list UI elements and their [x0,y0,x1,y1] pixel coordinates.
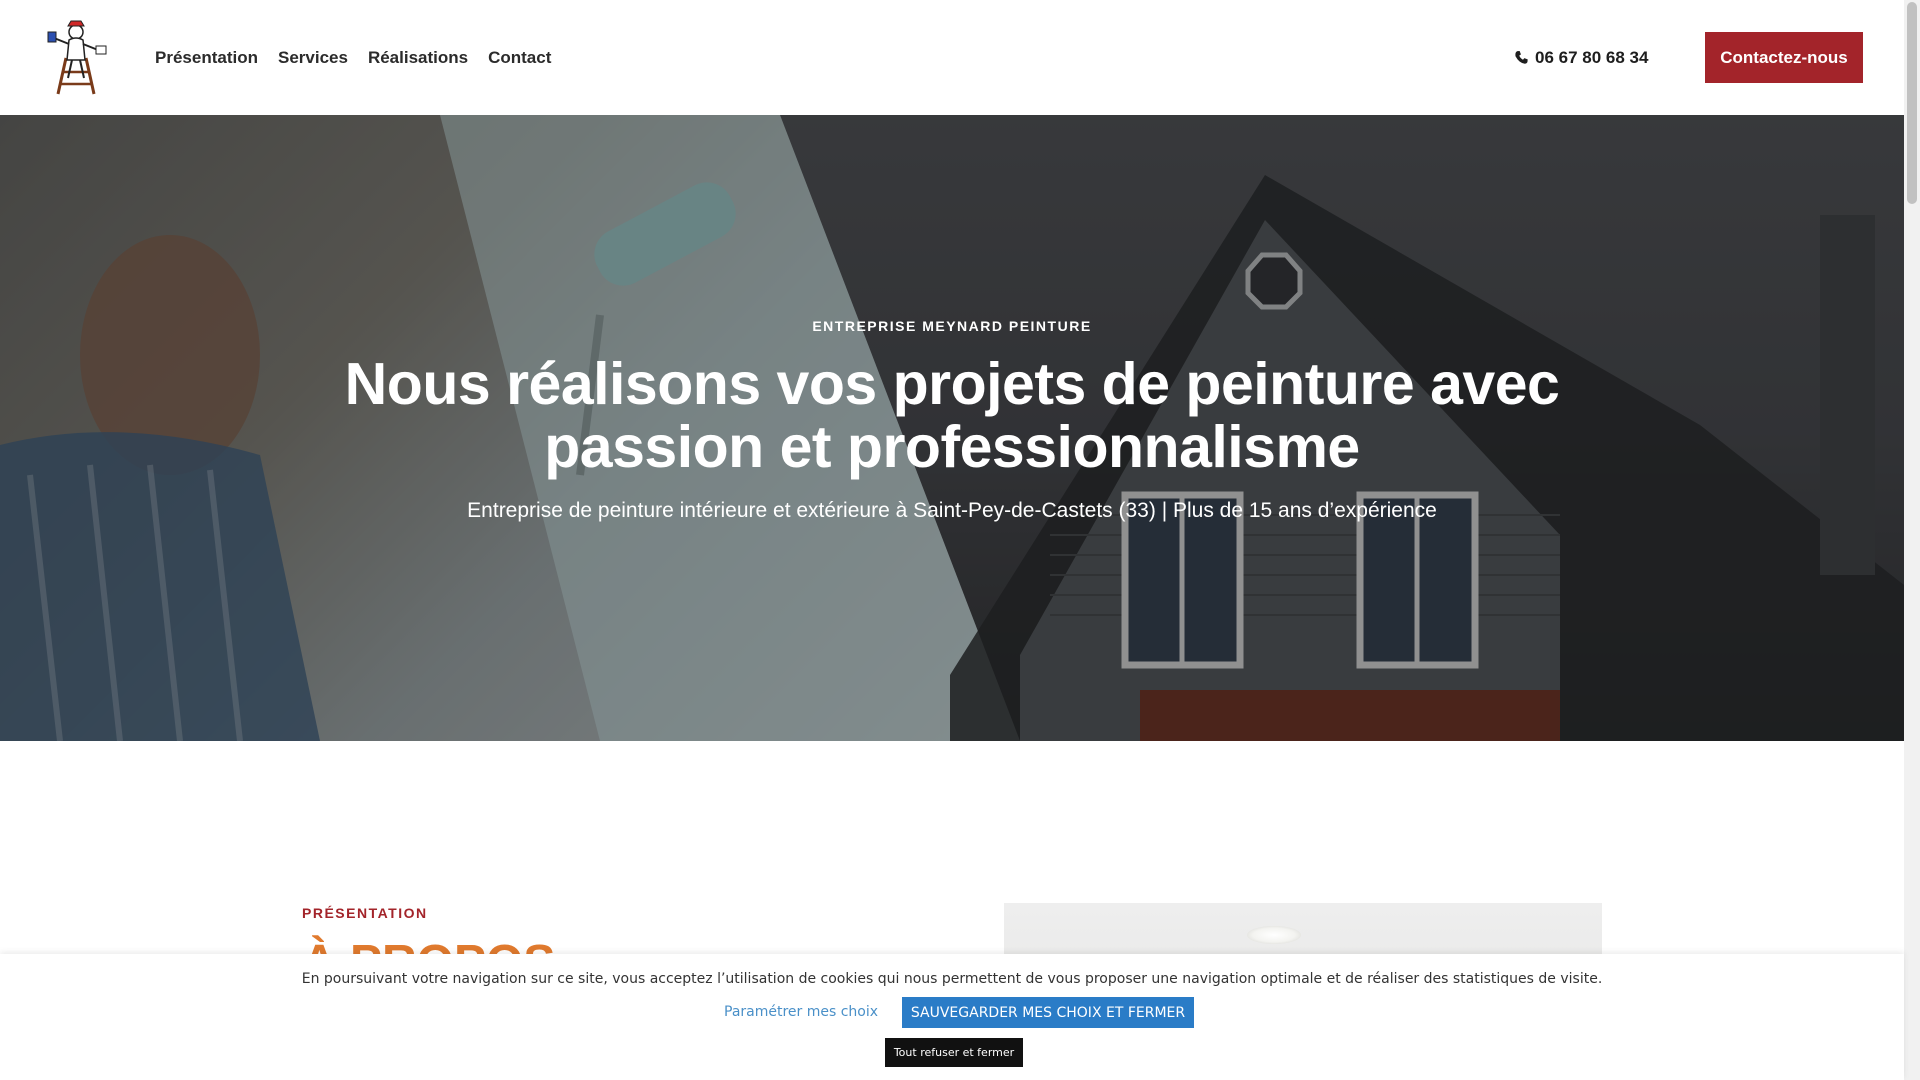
cookie-settings-link[interactable]: Paramétrer mes choix [724,1004,878,1020]
main-nav: Présentation Services Réalisations Conta… [155,0,551,115]
cookie-refuse-button[interactable]: Tout refuser et fermer [885,1038,1023,1067]
cookie-save-button[interactable]: SAUVEGARDER MES CHOIX ET FERMER [902,997,1194,1028]
site-header: Présentation Services Réalisations Conta… [0,0,1904,115]
painter-logo-icon [47,20,107,95]
scrollbar-thumb[interactable] [1907,2,1917,204]
contact-button[interactable]: Contactez-nous [1705,32,1863,83]
nav-item-services[interactable]: Services [278,48,348,68]
painter-logo[interactable] [44,18,114,96]
nav-item-realisations[interactable]: Réalisations [368,48,468,68]
phone-number: 06 67 80 68 34 [1535,47,1649,67]
hero-subtitle: Entreprise de peinture intérieure et ext… [467,499,1437,522]
phone-link[interactable]: 06 67 80 68 34 [1514,0,1648,115]
nav-item-presentation[interactable]: Présentation [155,48,258,68]
hero-title: Nous réalisons vos projets de peinture a… [344,351,1560,480]
section-title: À PROPOS [302,935,555,955]
phone-icon [1515,50,1528,64]
cookie-banner: En poursuivant votre navigation sur ce s… [0,954,1904,1080]
scrollbar[interactable] [1904,0,1920,1080]
hero-content: ENTREPRISE MEYNARD PEINTURE Nous réaliso… [0,115,1904,741]
hero-banner: ENTREPRISE MEYNARD PEINTURE Nous réaliso… [0,115,1904,741]
cookie-text: En poursuivant votre navigation sur ce s… [301,971,1603,987]
hero-eyebrow: ENTREPRISE MEYNARD PEINTURE [812,318,1092,334]
ceiling-light-icon [1247,926,1301,944]
nav-item-contact[interactable]: Contact [488,48,551,68]
section-label: PRÉSENTATION [302,905,428,921]
